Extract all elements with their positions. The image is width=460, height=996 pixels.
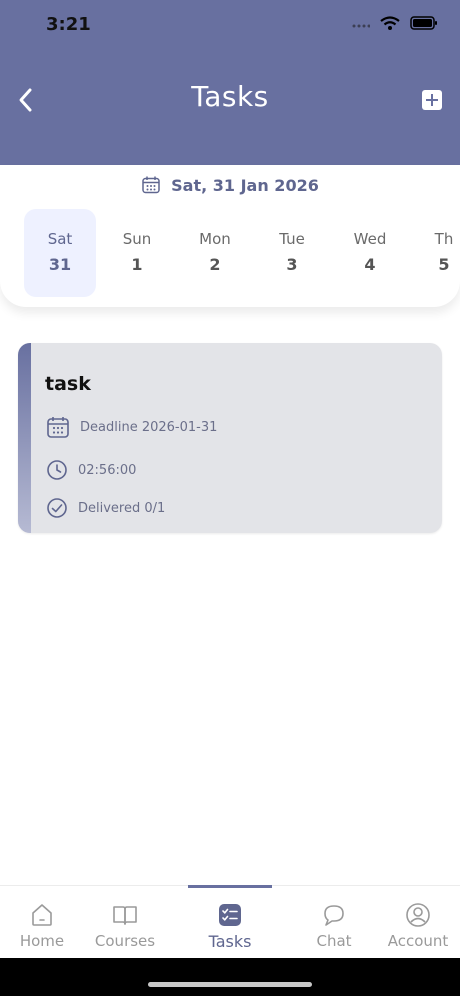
task-deadline: Deadline 2026-01-31 — [80, 419, 218, 435]
calendar-strip: Sat, 31 Jan 2026 Sat 31 Sun 1 Mon 2 Tue … — [0, 165, 460, 307]
day-item-mon[interactable]: Mon 2 — [179, 209, 251, 297]
nav-label: Account — [387, 932, 449, 950]
home-icon — [32, 904, 52, 926]
book-icon — [113, 906, 137, 925]
battery-icon — [410, 16, 437, 30]
day-item-wed[interactable]: Wed 4 — [334, 209, 406, 297]
status-bar: 3:21 — [0, 0, 460, 50]
nav-home[interactable]: Home — [2, 902, 82, 950]
status-icons — [352, 16, 438, 30]
day-name: Sun — [122, 230, 152, 248]
nav-account[interactable]: Account — [378, 902, 458, 950]
home-indicator[interactable] — [148, 982, 312, 987]
day-item-sun[interactable]: Sun 1 — [101, 209, 173, 297]
calendar-icon — [47, 417, 69, 438]
account-icon — [406, 903, 430, 927]
day-number: 31 — [48, 255, 72, 274]
nav-label: Chat — [316, 932, 352, 950]
nav-tasks[interactable]: Tasks — [190, 902, 270, 951]
task-time-row: 02:56:00 — [46, 459, 136, 481]
day-scroller[interactable]: Sat 31 Sun 1 Mon 2 Tue 3 Wed 4 Th 5 — [24, 209, 460, 299]
task-delivered: Delivered 0/1 — [78, 500, 166, 516]
nav-row: Tasks — [0, 78, 460, 122]
day-name: Tue — [279, 230, 305, 248]
selected-date-label: Sat, 31 Jan 2026 — [171, 175, 319, 195]
nav-label: Courses — [94, 932, 156, 950]
add-task-button[interactable] — [422, 90, 442, 110]
signal-icon — [352, 24, 370, 28]
nav-label: Home — [19, 932, 65, 950]
clock-icon — [47, 460, 67, 480]
day-item-tue[interactable]: Tue 3 — [256, 209, 328, 297]
wifi-icon — [380, 16, 400, 30]
bottom-nav: Home Courses Tasks Chat Account — [0, 885, 460, 959]
day-number: 5 — [438, 255, 450, 274]
day-name: Mon — [199, 230, 231, 248]
task-deadline-row: Deadline 2026-01-31 — [46, 415, 217, 439]
nav-label: Tasks — [208, 932, 252, 951]
tasks-icon — [219, 904, 241, 926]
day-name: Sat — [47, 230, 73, 248]
chat-icon — [324, 905, 344, 926]
active-tab-indicator — [188, 885, 272, 888]
task-card[interactable]: task Deadline 2026-01-31 02:56:00 Delive… — [18, 343, 442, 533]
task-accent-bar — [18, 343, 31, 533]
day-item-thu[interactable]: Th 5 — [408, 209, 460, 297]
nav-chat[interactable]: Chat — [294, 902, 374, 950]
home-indicator-area — [0, 958, 460, 996]
day-name: Wed — [353, 230, 387, 248]
page-title: Tasks — [191, 80, 269, 113]
day-number: 2 — [209, 255, 221, 274]
task-title: task — [45, 373, 91, 395]
day-number: 1 — [131, 255, 143, 274]
calendar-icon — [142, 176, 160, 194]
task-delivered-row: Delivered 0/1 — [46, 497, 165, 519]
day-name: Th — [434, 230, 454, 248]
check-circle-icon — [47, 498, 67, 518]
day-number: 3 — [286, 255, 298, 274]
status-time: 3:21 — [46, 14, 91, 35]
day-item-sat[interactable]: Sat 31 — [24, 209, 96, 297]
header: 3:21 Tasks — [0, 0, 460, 165]
task-time: 02:56:00 — [78, 462, 137, 478]
selected-date: Sat, 31 Jan 2026 — [0, 175, 460, 195]
nav-courses[interactable]: Courses — [85, 902, 165, 950]
day-number: 4 — [364, 255, 376, 274]
